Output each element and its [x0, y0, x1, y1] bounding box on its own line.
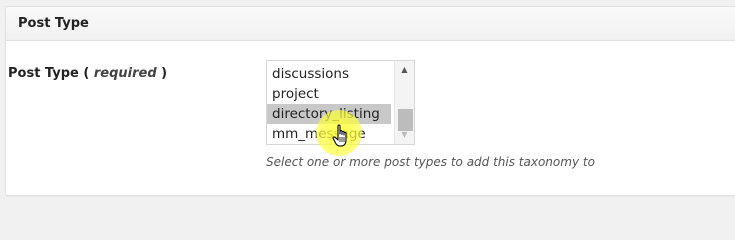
option-discussions[interactable]: discussions: [267, 64, 391, 84]
metabox-title: Post Type: [18, 16, 89, 31]
option-project[interactable]: project: [267, 84, 391, 104]
scroll-up-icon[interactable]: ▲: [395, 63, 414, 77]
post-type-label: Post Type ( required ): [8, 66, 168, 81]
field-description: Select one or more post types to add thi…: [266, 155, 595, 169]
hand-pointer-icon: [332, 124, 347, 147]
label-text: Post Type: [8, 66, 79, 81]
required-indicator: required: [93, 66, 157, 81]
metabox-header: Post Type: [6, 7, 735, 41]
scroll-down-icon[interactable]: ▼: [395, 128, 414, 142]
listbox-scrollbar[interactable]: ▲ ▼: [394, 61, 414, 144]
